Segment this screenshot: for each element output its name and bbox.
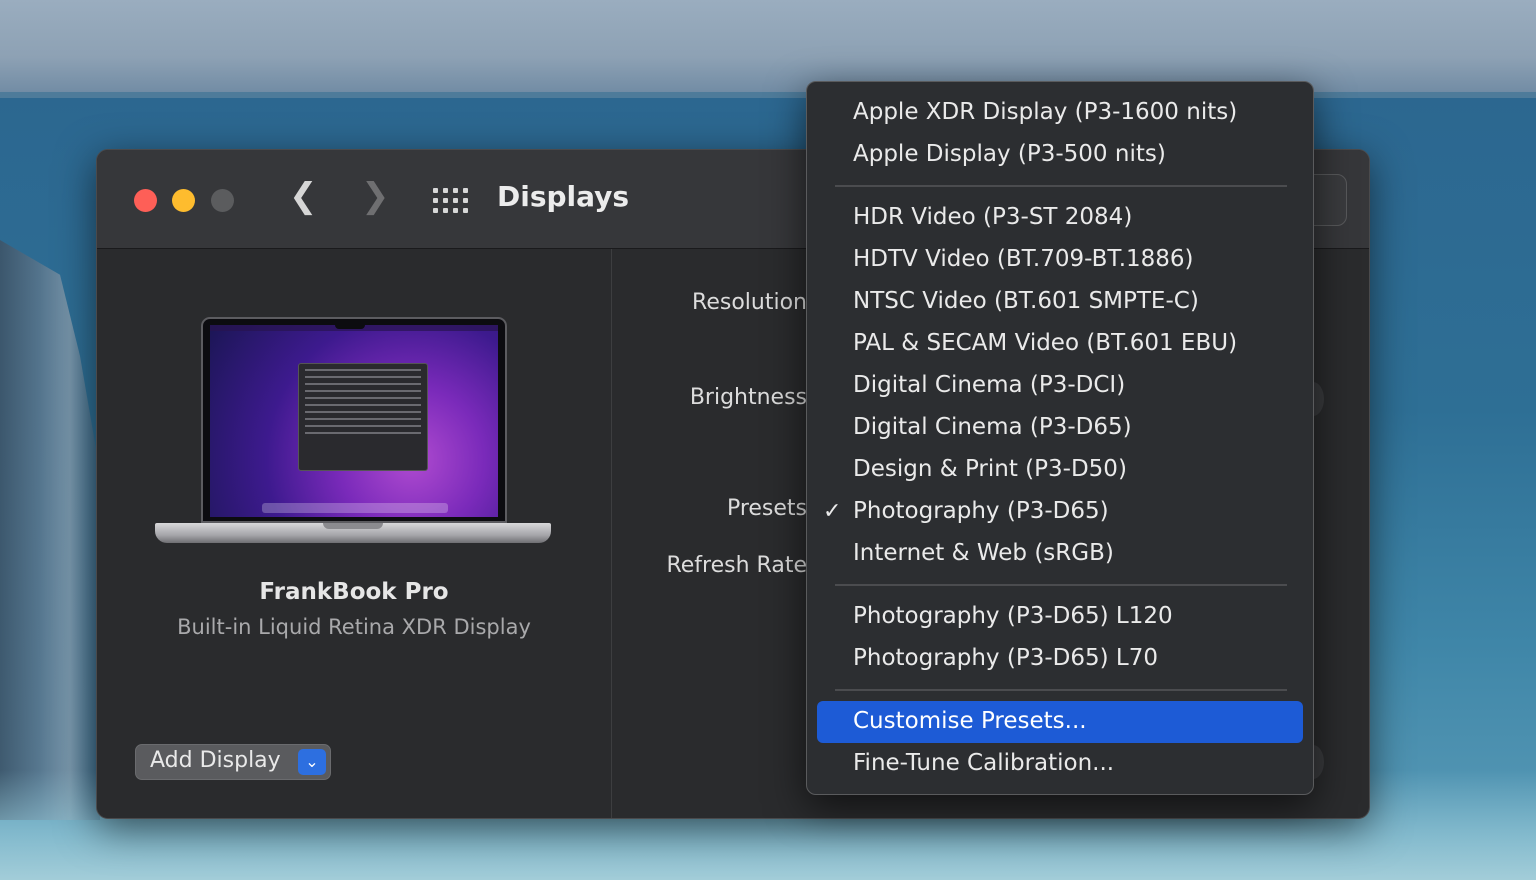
chevron-right-icon[interactable]: ❯ — [361, 176, 390, 216]
menu-separator — [835, 584, 1287, 586]
menu-item-hdtv-video[interactable]: HDTV Video (BT.709-BT.1886) — [853, 246, 1194, 272]
refresh-rate-label: Refresh Rate — [666, 553, 807, 578]
menu-item-photography-l70[interactable]: Photography (P3-D65) L70 — [853, 645, 1158, 671]
laptop-screen — [210, 325, 498, 517]
close-button[interactable] — [134, 189, 157, 212]
device-name: FrankBook Pro — [259, 579, 449, 605]
menu-item-apple-xdr[interactable]: Apple XDR Display (P3-1600 nits) — [853, 99, 1237, 125]
menu-item-fine-tune-calibration[interactable]: Fine-Tune Calibration... — [853, 750, 1114, 776]
mini-window — [298, 363, 428, 471]
menu-item-photography-l120[interactable]: Photography (P3-D65) L120 — [853, 603, 1173, 629]
mini-dock — [262, 503, 448, 513]
add-display-button[interactable]: Add Display ⌄ — [135, 744, 331, 780]
window-title: Displays — [497, 180, 630, 213]
laptop-image[interactable] — [155, 317, 551, 547]
brightness-label: Brightness — [689, 385, 807, 410]
checkmark-icon: ✓ — [823, 499, 842, 524]
camera-notch — [335, 319, 365, 329]
presets-menu: Apple XDR Display (P3-1600 nits) Apple D… — [806, 81, 1314, 795]
minimize-button[interactable] — [172, 189, 195, 212]
menu-item-digital-cinema-d65[interactable]: Digital Cinema (P3-D65) — [853, 414, 1132, 440]
menu-item-customise-presets[interactable]: Customise Presets... — [853, 708, 1087, 734]
device-subtitle: Built-in Liquid Retina XDR Display — [177, 615, 531, 639]
add-display-label: Add Display — [150, 748, 281, 773]
menu-item-hdr-video[interactable]: HDR Video (P3-ST 2084) — [853, 204, 1132, 230]
zoom-button[interactable] — [211, 189, 234, 212]
menu-item-apple-display[interactable]: Apple Display (P3-500 nits) — [853, 141, 1166, 167]
menu-item-internet-web[interactable]: Internet & Web (sRGB) — [853, 540, 1114, 566]
menu-separator — [835, 689, 1287, 691]
laptop-lid — [201, 317, 507, 523]
menu-item-ntsc-video[interactable]: NTSC Video (BT.601 SMPTE-C) — [853, 288, 1199, 314]
display-sidebar: FrankBook Pro Built-in Liquid Retina XDR… — [97, 249, 612, 818]
menu-item-design-print[interactable]: Design & Print (P3-D50) — [853, 456, 1127, 482]
menu-item-photography-p3-d65[interactable]: Photography (P3-D65) — [853, 498, 1109, 524]
presets-label: Presets — [726, 496, 807, 521]
chevron-left-icon[interactable]: ❮ — [289, 176, 318, 216]
laptop-base-notch — [323, 523, 383, 529]
grid-icon[interactable] — [433, 188, 469, 214]
chevron-down-icon[interactable]: ⌄ — [298, 749, 326, 775]
resolution-label: Resolution — [692, 290, 807, 315]
menu-separator — [835, 185, 1287, 187]
menu-item-pal-secam-video[interactable]: PAL & SECAM Video (BT.601 EBU) — [853, 330, 1237, 356]
menu-item-digital-cinema-dci[interactable]: Digital Cinema (P3-DCI) — [853, 372, 1125, 398]
